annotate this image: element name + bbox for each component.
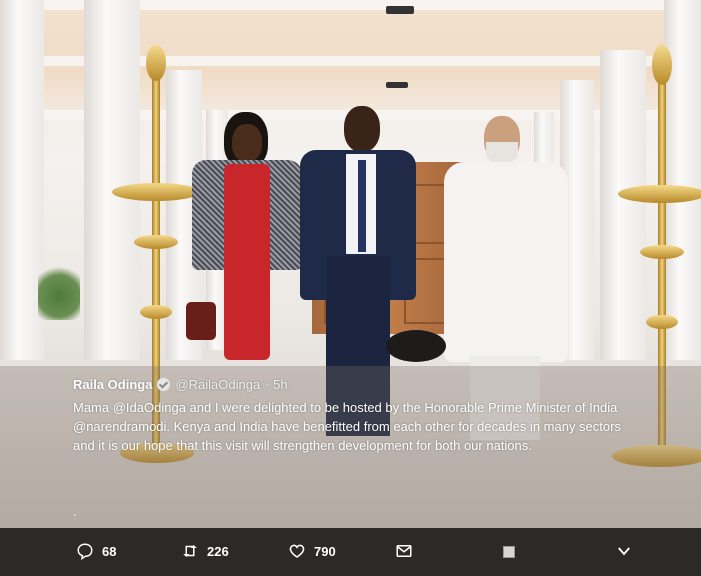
- reply-button[interactable]: 68: [76, 542, 116, 560]
- ceiling-light: [386, 82, 408, 88]
- tweet-action-bar: 68 226 790: [0, 528, 701, 576]
- person-woman: [186, 112, 306, 362]
- separator-dot: .: [73, 505, 77, 519]
- more-button[interactable]: [615, 542, 633, 560]
- reply-icon: [77, 543, 93, 560]
- ceiling-light: [386, 6, 414, 14]
- dark-vase: [386, 330, 446, 362]
- tweet-time[interactable]: · 5h: [265, 377, 287, 392]
- like-button[interactable]: 790: [288, 542, 336, 560]
- heart-icon: [289, 544, 305, 558]
- retweet-button[interactable]: 226: [181, 542, 229, 560]
- reply-count: 68: [102, 543, 117, 559]
- retweet-count: 226: [207, 543, 229, 559]
- author-handle[interactable]: @RailaOdinga: [175, 377, 260, 392]
- tweet-photo[interactable]: Raila Odinga @RailaOdinga · 5h Mama @Ida…: [0, 0, 701, 528]
- author-name[interactable]: Raila Odinga: [73, 377, 152, 392]
- plant: [38, 260, 80, 320]
- tweet-body: Raila Odinga @RailaOdinga · 5h Mama @Ida…: [73, 377, 643, 455]
- thumbnail-button[interactable]: [503, 546, 515, 558]
- verified-icon: [157, 378, 171, 391]
- tweet-header: Raila Odinga @RailaOdinga · 5h: [73, 377, 643, 392]
- chevron-down-icon: [618, 547, 630, 556]
- retweet-icon: [183, 545, 197, 557]
- like-count: 790: [314, 543, 336, 559]
- image-thumbnail-icon: [503, 546, 515, 558]
- tweet-text: Mama @IdaOdinga and I were delighted to …: [73, 400, 621, 453]
- envelope-icon: [396, 545, 412, 557]
- dm-button[interactable]: [395, 542, 413, 560]
